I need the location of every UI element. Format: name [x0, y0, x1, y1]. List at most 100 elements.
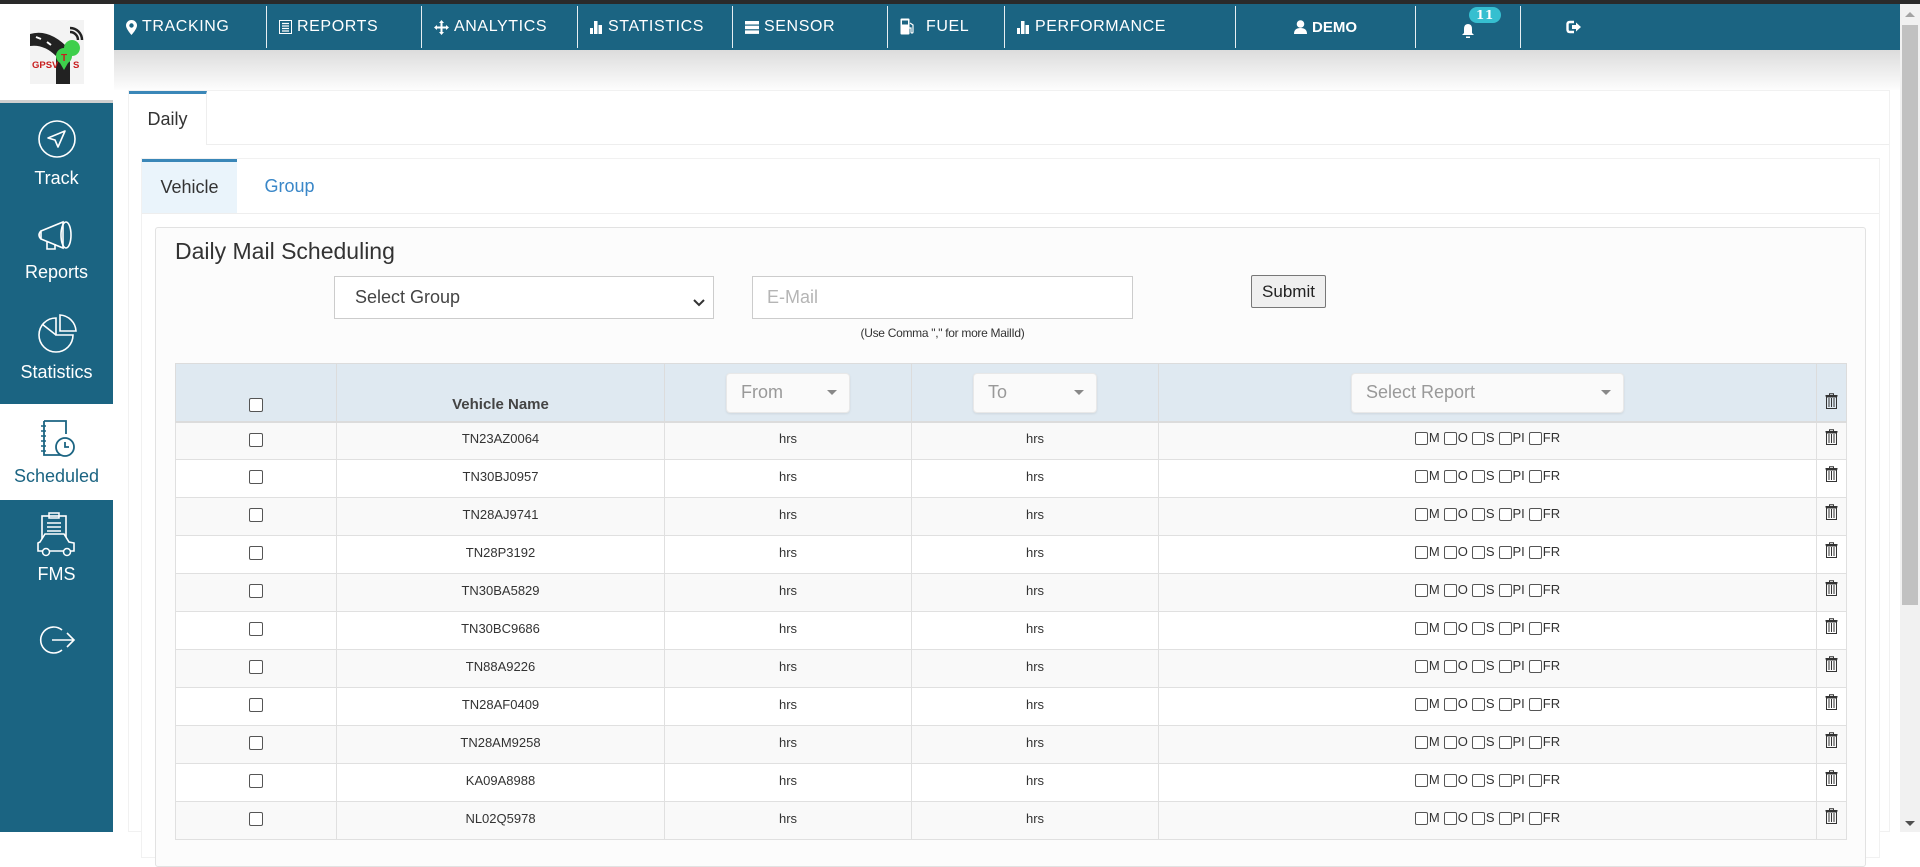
report-option-m[interactable]: M: [1414, 810, 1440, 825]
row-checkbox[interactable]: [249, 812, 263, 827]
report-option-checkbox[interactable]: [1498, 735, 1512, 749]
report-option-checkbox[interactable]: [1471, 811, 1485, 825]
report-option-checkbox[interactable]: [1471, 659, 1485, 673]
report-option-pi[interactable]: PI: [1498, 430, 1525, 445]
report-option-fr[interactable]: FR: [1528, 468, 1560, 483]
report-option-o[interactable]: O: [1443, 772, 1468, 787]
report-option-pi[interactable]: PI: [1498, 810, 1525, 825]
trash-icon[interactable]: [1825, 694, 1838, 713]
report-option-s[interactable]: S: [1471, 810, 1495, 825]
report-option-checkbox[interactable]: [1443, 545, 1457, 559]
report-option-checkbox[interactable]: [1414, 545, 1428, 559]
report-option-checkbox[interactable]: [1498, 773, 1512, 787]
sidebar-item-reports[interactable]: Reports: [0, 216, 113, 306]
trash-icon[interactable]: [1825, 770, 1838, 789]
report-option-checkbox[interactable]: [1528, 735, 1542, 749]
report-option-checkbox[interactable]: [1498, 811, 1512, 825]
report-option-pi[interactable]: PI: [1498, 734, 1525, 749]
report-option-checkbox[interactable]: [1528, 545, 1542, 559]
report-option-fr[interactable]: FR: [1528, 582, 1560, 597]
nav-notifications[interactable]: 11: [1416, 6, 1521, 48]
report-option-o[interactable]: O: [1443, 620, 1468, 635]
report-option-m[interactable]: M: [1414, 506, 1440, 521]
report-option-m[interactable]: M: [1414, 696, 1440, 711]
report-option-checkbox[interactable]: [1528, 583, 1542, 597]
row-checkbox[interactable]: [249, 774, 263, 789]
report-option-fr[interactable]: FR: [1528, 430, 1560, 445]
report-option-s[interactable]: S: [1471, 658, 1495, 673]
report-option-o[interactable]: O: [1443, 544, 1468, 559]
sidebar-item-scheduled[interactable]: Scheduled: [0, 404, 113, 500]
logo[interactable]: T GPSV S: [29, 20, 84, 84]
report-option-o[interactable]: O: [1443, 734, 1468, 749]
nav-logout[interactable]: [1521, 6, 1627, 48]
report-option-fr[interactable]: FR: [1528, 696, 1560, 711]
row-checkbox[interactable]: [249, 622, 263, 637]
tab-group[interactable]: Group: [237, 159, 342, 213]
report-option-pi[interactable]: PI: [1498, 468, 1525, 483]
report-option-checkbox[interactable]: [1498, 659, 1512, 673]
report-option-s[interactable]: S: [1471, 544, 1495, 559]
tab-daily[interactable]: Daily: [129, 91, 207, 145]
report-option-s[interactable]: S: [1471, 430, 1495, 445]
report-option-checkbox[interactable]: [1471, 469, 1485, 483]
report-option-m[interactable]: M: [1414, 734, 1440, 749]
sidebar-item-statistics[interactable]: Statistics: [0, 312, 113, 404]
report-option-m[interactable]: M: [1414, 430, 1440, 445]
row-checkbox[interactable]: [249, 584, 263, 599]
report-option-checkbox[interactable]: [1528, 469, 1542, 483]
report-option-m[interactable]: M: [1414, 658, 1440, 673]
report-option-o[interactable]: O: [1443, 658, 1468, 673]
report-option-checkbox[interactable]: [1498, 507, 1512, 521]
trash-icon[interactable]: [1825, 504, 1838, 523]
submit-button[interactable]: Submit: [1251, 275, 1326, 308]
report-option-checkbox[interactable]: [1443, 659, 1457, 673]
report-option-fr[interactable]: FR: [1528, 506, 1560, 521]
nav-statistics[interactable]: STATISTICS: [578, 6, 733, 48]
report-option-checkbox[interactable]: [1471, 583, 1485, 597]
vertical-scrollbar[interactable]: [1900, 4, 1920, 832]
report-option-checkbox[interactable]: [1414, 773, 1428, 787]
report-option-o[interactable]: O: [1443, 582, 1468, 597]
scroll-up-arrow-icon[interactable]: [1905, 12, 1915, 17]
report-option-o[interactable]: O: [1443, 468, 1468, 483]
report-option-checkbox[interactable]: [1498, 621, 1512, 635]
row-checkbox[interactable]: [249, 432, 263, 447]
report-option-fr[interactable]: FR: [1528, 620, 1560, 635]
report-option-s[interactable]: S: [1471, 696, 1495, 711]
report-option-pi[interactable]: PI: [1498, 506, 1525, 521]
report-option-checkbox[interactable]: [1528, 811, 1542, 825]
report-option-checkbox[interactable]: [1443, 735, 1457, 749]
nav-sensor[interactable]: SENSOR: [733, 6, 888, 48]
report-option-checkbox[interactable]: [1471, 773, 1485, 787]
report-option-s[interactable]: S: [1471, 620, 1495, 635]
report-option-o[interactable]: O: [1443, 696, 1468, 711]
nav-performance[interactable]: PERFORMANCE: [1005, 6, 1236, 48]
report-option-checkbox[interactable]: [1528, 507, 1542, 521]
report-option-fr[interactable]: FR: [1528, 810, 1560, 825]
report-option-pi[interactable]: PI: [1498, 544, 1525, 559]
nav-user-demo[interactable]: DEMO: [1236, 6, 1416, 48]
report-option-checkbox[interactable]: [1443, 621, 1457, 635]
report-dropdown[interactable]: Select Report: [1351, 372, 1624, 413]
report-option-checkbox[interactable]: [1528, 431, 1542, 445]
group-select[interactable]: Select Group: [334, 276, 714, 319]
trash-icon[interactable]: [1825, 392, 1838, 413]
report-option-fr[interactable]: FR: [1528, 544, 1560, 559]
report-option-pi[interactable]: PI: [1498, 772, 1525, 787]
sidebar-item-fms[interactable]: FMS: [0, 512, 113, 602]
report-option-checkbox[interactable]: [1414, 697, 1428, 711]
report-option-checkbox[interactable]: [1414, 507, 1428, 521]
report-option-checkbox[interactable]: [1471, 621, 1485, 635]
nav-fuel[interactable]: FUEL: [888, 6, 1005, 48]
trash-icon[interactable]: [1825, 732, 1838, 751]
trash-icon[interactable]: [1825, 542, 1838, 561]
report-option-checkbox[interactable]: [1498, 545, 1512, 559]
report-option-pi[interactable]: PI: [1498, 696, 1525, 711]
row-checkbox[interactable]: [249, 698, 263, 713]
report-option-checkbox[interactable]: [1443, 773, 1457, 787]
email-input[interactable]: [752, 276, 1133, 319]
select-all-checkbox[interactable]: [249, 397, 263, 412]
report-option-checkbox[interactable]: [1498, 583, 1512, 597]
report-option-pi[interactable]: PI: [1498, 620, 1525, 635]
